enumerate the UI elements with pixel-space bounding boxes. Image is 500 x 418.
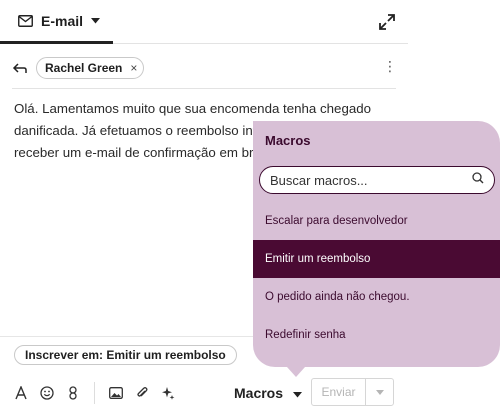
tab-email-label: E-mail <box>41 12 84 29</box>
send-button[interactable]: Enviar <box>312 379 365 405</box>
text-format-icon[interactable] <box>14 386 28 400</box>
macro-item[interactable]: O pedido ainda não chegou. <box>253 278 500 316</box>
remove-recipient-icon[interactable]: × <box>130 61 137 75</box>
sparkle-icon[interactable] <box>161 386 175 400</box>
image-icon[interactable] <box>109 386 123 400</box>
caret-down-icon[interactable] <box>91 17 101 24</box>
divider <box>12 88 396 89</box>
subscribe-chip[interactable]: Inscrever em: Emitir um reembolso <box>14 345 237 365</box>
toolbar-divider <box>94 382 95 404</box>
macros-button-label: Macros <box>234 385 284 401</box>
more-options-icon[interactable]: ⋮ <box>383 58 397 75</box>
attachment-icon[interactable] <box>135 386 149 400</box>
recipient-name: Rachel Green <box>45 61 123 75</box>
reply-icon[interactable] <box>12 60 28 76</box>
macros-popover: Macros Escalar para desenvolvedor Emitir… <box>253 121 500 377</box>
expand-icon[interactable] <box>378 13 396 31</box>
popover-title: Macros <box>265 133 311 148</box>
search-icon[interactable] <box>472 171 484 189</box>
send-options-button[interactable] <box>365 379 393 405</box>
macros-button[interactable]: Macros <box>234 384 303 402</box>
emoji-icon[interactable] <box>40 386 54 400</box>
macro-list: Escalar para desenvolvedor Emitir um ree… <box>253 202 500 354</box>
send-button-group: Enviar <box>311 378 394 406</box>
caret-down-icon <box>375 387 384 397</box>
recipient-chip[interactable]: Rachel Green × <box>36 57 145 79</box>
macro-item[interactable]: Escalar para desenvolvedor <box>253 202 500 240</box>
caret-down-icon <box>293 385 303 401</box>
recipient-row: Rachel Green × ⋮ <box>12 56 397 80</box>
envelope-icon <box>18 14 33 27</box>
macro-item-selected[interactable]: Emitir um reembolso <box>253 240 500 278</box>
tab-email[interactable]: E-mail <box>0 0 113 44</box>
format-toolbar <box>14 382 175 404</box>
macro-item[interactable]: Redefinir senha <box>253 316 500 354</box>
macro-search-field[interactable] <box>259 166 495 194</box>
body-line: Olá. Lamentamos muito que sua encomenda … <box>14 101 372 116</box>
composer-header: E-mail <box>0 0 408 44</box>
link-icon[interactable] <box>66 386 80 400</box>
macro-search-input[interactable] <box>270 172 472 188</box>
